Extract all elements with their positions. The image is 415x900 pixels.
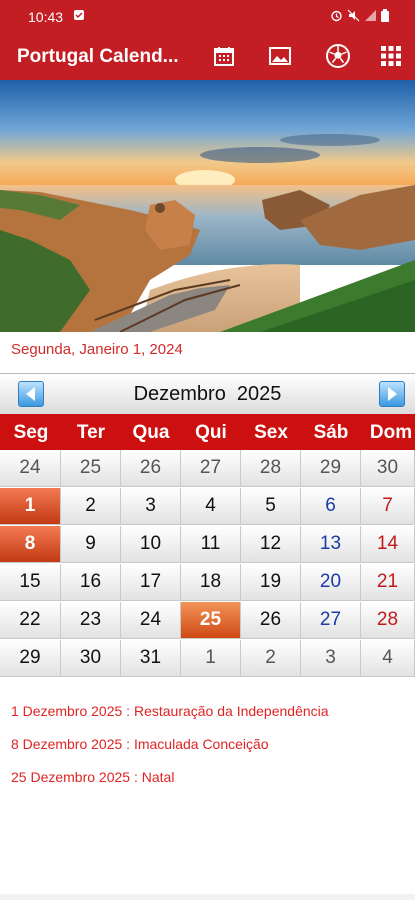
alarm-icon xyxy=(330,9,343,25)
status-time: 10:43 xyxy=(28,9,64,25)
calendar-day[interactable]: 30 xyxy=(61,640,121,677)
calendar-day[interactable]: 25 xyxy=(61,450,121,487)
calendar-day[interactable]: 8 xyxy=(0,526,61,563)
next-month-icon[interactable] xyxy=(379,381,405,407)
calendar-day[interactable]: 9 xyxy=(61,526,121,563)
calendar-day[interactable]: 25 xyxy=(181,602,241,639)
calendar-day[interactable]: 24 xyxy=(121,602,181,639)
mute-icon xyxy=(347,9,360,25)
calendar-day[interactable]: 1 xyxy=(0,488,61,525)
calendar-day[interactable]: 26 xyxy=(121,450,181,487)
calendar-day[interactable]: 19 xyxy=(241,564,301,601)
calendar-day[interactable]: 23 xyxy=(61,602,121,639)
calendar-day[interactable]: 26 xyxy=(241,602,301,639)
calendar-day[interactable]: 4 xyxy=(181,488,241,525)
calendar-day[interactable]: 20 xyxy=(301,564,361,601)
calendar-day[interactable]: 15 xyxy=(0,564,61,601)
calendar-day[interactable]: 29 xyxy=(301,450,361,487)
calendar-day[interactable]: 21 xyxy=(361,564,415,601)
calendar-day[interactable]: 31 xyxy=(121,640,181,677)
month-label: Dezembro 2025 xyxy=(133,383,282,405)
holiday-item: 1 Dezembro 2025 : Restauração da Indepen… xyxy=(11,703,329,719)
image-icon[interactable] xyxy=(266,42,294,70)
calendar-grid: 24 25 26 27 28 29 30 1 2 3 4 5 6 7 8 9 10 11 12 13 14 15 16 17 1… xyxy=(0,450,415,678)
grid-icon[interactable] xyxy=(377,42,405,70)
status-bar: 10:43 xyxy=(0,0,415,32)
notification-icon xyxy=(73,9,85,24)
app-bar: Portugal Calend... xyxy=(0,32,415,80)
calendar-day[interactable]: 5 xyxy=(241,488,301,525)
weekday-label: Seg xyxy=(13,422,49,443)
calendar-day[interactable]: 27 xyxy=(301,602,361,639)
calendar-day[interactable]: 12 xyxy=(241,526,301,563)
calendar-day[interactable]: 17 xyxy=(121,564,181,601)
month-navigation: Dezembro 2025 xyxy=(0,373,415,415)
holiday-item: 8 Dezembro 2025 : Imaculada Conceição xyxy=(11,736,269,752)
weekday-label: Ter xyxy=(76,422,106,443)
weekday-label: Sex xyxy=(254,422,288,443)
calendar-day[interactable]: 18 xyxy=(181,564,241,601)
signal-icon xyxy=(364,9,377,25)
calendar-day[interactable]: 3 xyxy=(301,640,361,677)
calendar-day[interactable]: 28 xyxy=(241,450,301,487)
app-title: Portugal Calend... xyxy=(17,46,179,67)
navigation-bar xyxy=(0,894,415,900)
calendar-day[interactable]: 3 xyxy=(121,488,181,525)
soccer-ball-icon[interactable] xyxy=(324,42,352,70)
weekday-label: Dom xyxy=(369,422,413,443)
calendar-day[interactable]: 13 xyxy=(301,526,361,563)
holiday-item: 25 Dezembro 2025 : Natal xyxy=(11,769,175,785)
selected-date: Segunda, Janeiro 1, 2024 xyxy=(11,341,183,358)
header-landscape-image xyxy=(0,80,415,332)
calendar-day[interactable]: 11 xyxy=(181,526,241,563)
calendar-day[interactable]: 29 xyxy=(0,640,61,677)
calendar-day[interactable]: 28 xyxy=(361,602,415,639)
calendar-day[interactable]: 27 xyxy=(181,450,241,487)
calendar-day[interactable]: 30 xyxy=(361,450,415,487)
calendar-day[interactable]: 10 xyxy=(121,526,181,563)
weekday-label: Sáb xyxy=(313,422,349,443)
calendar-day[interactable]: 14 xyxy=(361,526,415,563)
calendar-icon[interactable] xyxy=(210,42,238,70)
calendar-day[interactable]: 4 xyxy=(361,640,415,677)
calendar-day[interactable]: 7 xyxy=(361,488,415,525)
battery-icon xyxy=(381,9,389,25)
weekday-label: Qua xyxy=(132,422,170,443)
calendar-day[interactable]: 22 xyxy=(0,602,61,639)
weekday-label: Qui xyxy=(195,422,227,443)
calendar-day[interactable]: 6 xyxy=(301,488,361,525)
calendar-day[interactable]: 1 xyxy=(181,640,241,677)
calendar-day[interactable]: 24 xyxy=(0,450,61,487)
weekday-header: Seg Ter Qua Qui Sex Sáb Dom xyxy=(0,414,415,450)
calendar-day[interactable]: 2 xyxy=(241,640,301,677)
calendar-day[interactable]: 16 xyxy=(61,564,121,601)
calendar-day[interactable]: 2 xyxy=(61,488,121,525)
